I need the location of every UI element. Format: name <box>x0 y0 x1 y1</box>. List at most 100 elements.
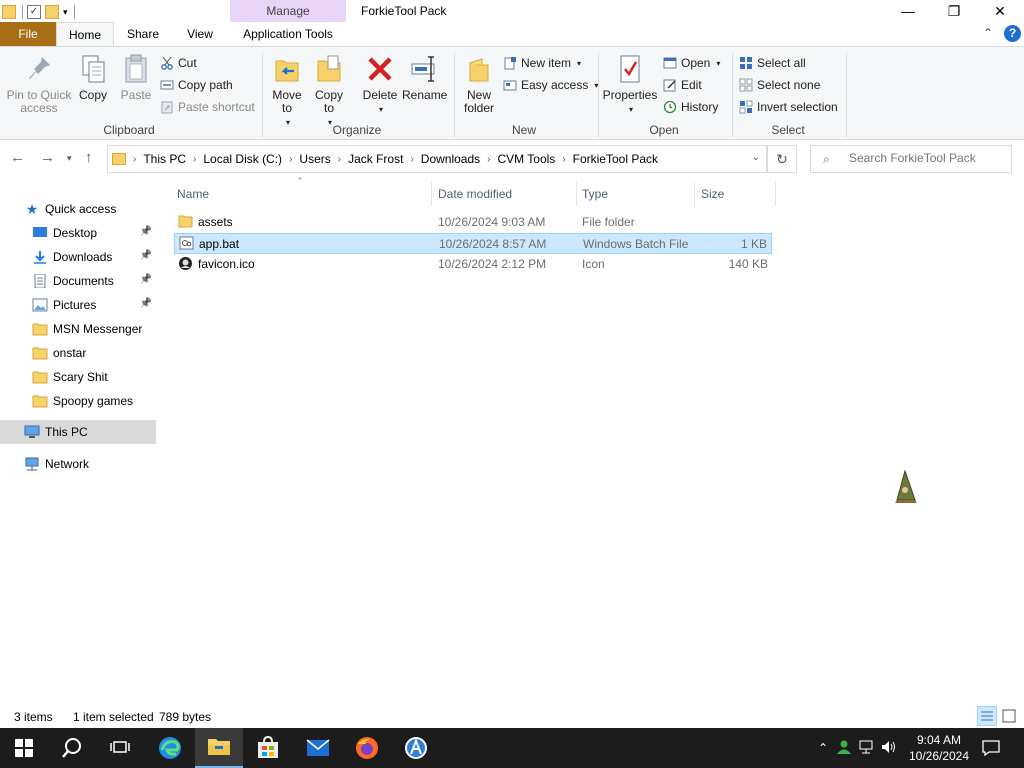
close-button[interactable]: ✕ <box>977 0 1023 22</box>
tab-file[interactable]: File <box>0 22 56 46</box>
taskbar-app[interactable] <box>392 728 440 768</box>
pin-icon[interactable]: 📌 <box>140 226 152 237</box>
move-to-button[interactable]: Move to ▾ <box>268 53 306 129</box>
column-header-date-modified[interactable]: Date modified <box>433 182 577 206</box>
edit-button[interactable]: Edit <box>663 75 702 95</box>
chevron-right-icon[interactable]: › <box>133 154 136 165</box>
column-header-size[interactable]: Size <box>696 182 776 206</box>
paste-button[interactable]: Paste <box>118 53 154 102</box>
move-to-icon <box>272 53 302 85</box>
search-button[interactable] <box>48 728 96 768</box>
tab-share[interactable]: Share <box>114 22 172 46</box>
properties-check-icon[interactable]: ✓ <box>27 5 41 19</box>
sidebar-item-downloads[interactable]: Downloads 📌 <box>0 245 156 269</box>
sidebar-item-documents[interactable]: Documents 📌 <box>0 269 156 293</box>
task-view-button[interactable] <box>96 728 144 768</box>
copy-path-button[interactable]: Copy path <box>160 75 233 95</box>
notifications-button[interactable] <box>970 728 1012 768</box>
properties-button[interactable]: Properties ▾ <box>602 53 658 116</box>
large-icons-view-button[interactable] <box>999 706 1019 726</box>
breadcrumb-users[interactable]: Users <box>299 152 330 166</box>
sidebar-item-onstar[interactable]: onstar <box>0 341 156 365</box>
copy-to-button[interactable]: Copy to ▾ <box>310 53 348 129</box>
chevron-right-icon[interactable]: › <box>289 154 292 165</box>
breadcrumb-downloads[interactable]: Downloads <box>421 152 480 166</box>
start-button[interactable] <box>0 728 48 768</box>
sidebar-item-desktop[interactable]: Desktop 📌 <box>0 221 156 245</box>
new-folder-icon[interactable] <box>45 5 59 19</box>
rename-button[interactable]: Rename <box>402 53 447 102</box>
nav-quick-access[interactable]: ★ Quick access <box>24 197 156 221</box>
tab-view[interactable]: View <box>172 22 228 46</box>
file-type: File folder <box>582 215 635 229</box>
column-header-type[interactable]: Type <box>577 182 695 206</box>
invert-selection-button[interactable]: Invert selection <box>739 97 838 117</box>
tab-application-tools[interactable]: Application Tools <box>230 22 346 46</box>
chevron-right-icon[interactable]: › <box>193 154 196 165</box>
easy-access-button[interactable]: Easy access ▾ <box>503 75 598 95</box>
pin-to-quick-access-button[interactable]: Pin to Quick access <box>4 53 74 115</box>
show-hidden-icons-icon[interactable]: ⌃ <box>814 741 832 755</box>
breadcrumb-this-pc[interactable]: This PC <box>143 152 186 166</box>
chevron-right-icon[interactable]: › <box>410 154 413 165</box>
sidebar-item-label: Documents <box>53 274 114 288</box>
pin-icon[interactable]: 📌 <box>140 250 152 261</box>
sidebar-item-pictures[interactable]: Pictures 📌 <box>0 293 156 317</box>
breadcrumb-jack-frost[interactable]: Jack Frost <box>348 152 403 166</box>
help-icon[interactable]: ? <box>1004 25 1021 42</box>
new-folder-button[interactable]: New folder <box>460 53 498 115</box>
minimize-ribbon-icon[interactable]: ⌃ <box>983 26 993 40</box>
chevron-right-icon[interactable]: › <box>338 154 341 165</box>
table-row[interactable]: app.bat 10/26/2024 8:57 AM Windows Batch F… <box>174 233 772 254</box>
sidebar-item-scary-shit[interactable]: Scary Shit <box>0 365 156 389</box>
sidebar-item-msn-messenger[interactable]: MSN Messenger <box>0 317 156 341</box>
nav-network[interactable]: Network <box>0 452 156 476</box>
sidebar-item-spoopy-games[interactable]: Spoopy games <box>0 389 156 413</box>
taskbar-mail[interactable] <box>294 728 342 768</box>
taskbar-file-explorer[interactable] <box>195 728 243 768</box>
breadcrumb-cvm-tools[interactable]: CVM Tools <box>498 152 556 166</box>
cut-button[interactable]: Cut <box>160 53 197 73</box>
refresh-icon[interactable]: ↻ <box>767 145 797 173</box>
breadcrumb-local-disk[interactable]: Local Disk (C:) <box>203 152 282 166</box>
taskbar-store[interactable] <box>244 728 292 768</box>
table-row[interactable]: favicon.ico 10/26/2024 2:12 PM Icon 140 KB <box>174 254 772 275</box>
chevron-right-icon[interactable]: › <box>487 154 490 165</box>
address-dropdown-icon[interactable]: ⌄ <box>752 152 760 163</box>
recent-locations-icon[interactable]: ▾ <box>67 153 72 164</box>
pin-icon[interactable]: 📌 <box>140 274 152 285</box>
details-view-button[interactable] <box>977 706 997 726</box>
user-status-icon[interactable] <box>832 739 856 758</box>
minimize-button[interactable]: — <box>885 0 931 22</box>
up-arrow-icon[interactable]: ↑ <box>85 149 93 166</box>
pin-icon[interactable]: 📌 <box>140 298 152 309</box>
delete-button[interactable]: Delete ▾ <box>360 53 400 116</box>
history-button[interactable]: History <box>663 97 718 117</box>
taskbar-firefox[interactable] <box>343 728 391 768</box>
back-arrow-icon[interactable]: ← <box>10 149 25 166</box>
nav-this-pc[interactable]: This PC <box>0 420 156 444</box>
table-row[interactable]: assets 10/26/2024 9:03 AM File folder <box>174 212 772 233</box>
address-bar[interactable]: › This PC › Local Disk (C:) › Users › Ja… <box>107 145 767 173</box>
maximize-button[interactable]: ❐ <box>931 0 977 22</box>
copy-button[interactable]: Copy <box>76 53 110 102</box>
network-status-icon[interactable] <box>856 740 878 757</box>
new-item-button[interactable]: New item ▾ <box>503 53 581 73</box>
taskbar-edge[interactable] <box>146 728 194 768</box>
open-icon <box>663 56 677 70</box>
file-date-modified: 10/26/2024 9:03 AM <box>438 215 546 229</box>
breadcrumb-forkietool-pack[interactable]: ForkieTool Pack <box>573 152 658 166</box>
clock[interactable]: 9:04 AM 10/26/2024 <box>906 732 972 764</box>
column-header-name[interactable]: Name <box>172 182 432 206</box>
tab-home[interactable]: Home <box>56 22 114 46</box>
volume-icon[interactable] <box>878 740 900 757</box>
search-input[interactable] <box>849 151 1009 165</box>
forward-arrow-icon[interactable]: → <box>40 149 55 166</box>
chevron-right-icon[interactable]: › <box>562 154 565 165</box>
search-box[interactable]: ⌕ <box>810 145 1012 173</box>
paste-shortcut-button[interactable]: Paste shortcut <box>160 97 255 117</box>
select-none-button[interactable]: Select none <box>739 75 820 95</box>
customize-toolbar-icon[interactable]: ▾ <box>63 7 68 18</box>
open-button[interactable]: Open ▾ <box>663 53 720 73</box>
select-all-button[interactable]: Select all <box>739 53 806 73</box>
